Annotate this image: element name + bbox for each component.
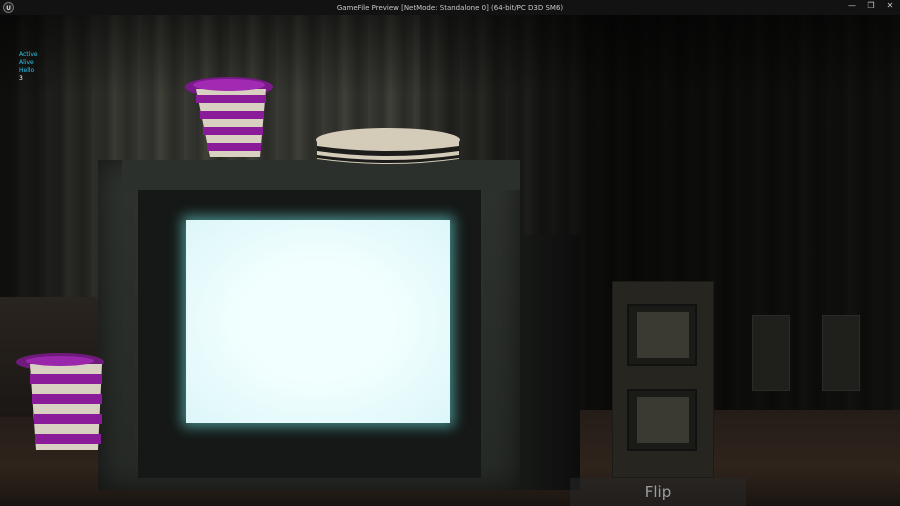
flip-button[interactable]: Flip: [570, 478, 746, 506]
window-titlebar: U GameFile Preview [NetMode: Standalone …: [0, 0, 900, 15]
minimize-button[interactable]: —: [843, 0, 861, 14]
hud-value: 3: [19, 75, 23, 82]
speaker-cone: [627, 389, 697, 451]
striped-hat-brim: [316, 128, 460, 164]
speaker-cone: [627, 304, 697, 366]
hud-line-alive: Alive: [19, 59, 34, 66]
tv-screen[interactable]: [186, 220, 450, 423]
window-title: GameFile Preview [NetMode: Standalone 0]…: [336, 3, 564, 12]
unreal-logo-icon: U: [3, 2, 14, 13]
tv-side: [520, 235, 580, 490]
hud-line-active: Active: [19, 51, 38, 58]
wall-panel: [752, 315, 790, 391]
wall-panel: [822, 315, 860, 391]
hud-line-hello: Hello: [19, 67, 35, 74]
maximize-button[interactable]: ❐: [862, 0, 880, 14]
striped-hat-left[interactable]: [16, 350, 104, 456]
speaker-cabinet: [612, 281, 714, 478]
striped-hat-top[interactable]: [182, 73, 276, 163]
close-button[interactable]: ✕: [881, 0, 899, 14]
debug-hud: Active Alive Hello 3: [19, 51, 38, 83]
game-viewport[interactable]: Active Alive Hello 3: [0, 15, 900, 506]
